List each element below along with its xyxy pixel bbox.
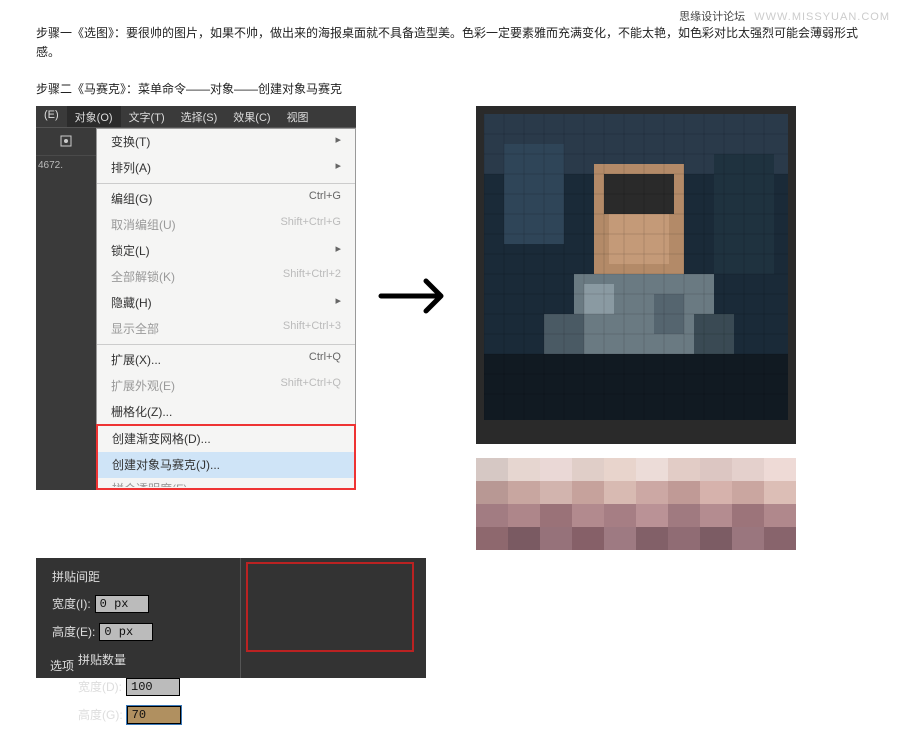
menu-item-flatten-transparency: 拼合透明度(F) — [98, 478, 354, 488]
count-width-input[interactable] — [126, 678, 180, 696]
menubar-item-view[interactable]: 视图 — [279, 106, 317, 127]
options-label: 选项 — [50, 657, 74, 674]
sidebar-number: 4672. — [36, 156, 96, 175]
spacing-width-input[interactable] — [95, 595, 149, 613]
count-height-label: 高度(G): — [78, 706, 123, 723]
menu-item-create-gradient-mesh[interactable]: 创建渐变网格(D)... — [98, 426, 354, 452]
panel-divider — [240, 558, 241, 678]
menubar-item-text[interactable]: 文字(T) — [121, 106, 173, 127]
mosaic-color-strip — [476, 458, 796, 550]
menu-item-expand-appearance: 扩展外观(E)Shift+Ctrl+Q — [97, 373, 355, 399]
menu-item-group[interactable]: 编组(G)Ctrl+G — [97, 186, 355, 212]
menu-separator — [97, 344, 355, 345]
menubar-item-object[interactable]: 对象(O) — [67, 106, 121, 127]
tool-icon[interactable] — [36, 128, 96, 156]
menu-item-showall: 显示全部Shift+Ctrl+3 — [97, 316, 355, 342]
menu-item-unlockall: 全部解锁(K)Shift+Ctrl+2 — [97, 264, 355, 290]
menu-separator — [97, 183, 355, 184]
menubar-item-effect[interactable]: 效果(C) — [225, 106, 278, 127]
menu-item-transform[interactable]: 变换(T)▸ — [97, 129, 355, 155]
step-1-text: 步骤一《选图》：要很帅的图片，如果不帅，做出来的海报桌面就不具备造型美。色彩一定… — [36, 24, 864, 62]
count-height-input[interactable] — [127, 706, 181, 724]
menubar-item-edit[interactable]: (E) — [36, 106, 67, 127]
site-url-text: WWW.MISSYUAN.COM — [754, 11, 890, 23]
tile-count-title: 拼贴数量 — [78, 651, 248, 668]
menubar: (E) 对象(O) 文字(T) 选择(S) 效果(C) 视图 — [36, 106, 356, 128]
spacing-height-label: 高度(E): — [52, 623, 95, 640]
menu-screenshot: (E) 对象(O) 文字(T) 选择(S) 效果(C) 视图 4672. 变换(… — [36, 106, 356, 490]
arrow-icon — [376, 271, 456, 321]
spacing-height-input[interactable] — [99, 623, 153, 641]
highlight-annotation: 创建渐变网格(D)... 创建对象马赛克(J)... 拼合透明度(F) — [96, 424, 356, 490]
menu-item-hide[interactable]: 隐藏(H)▸ — [97, 290, 355, 316]
menu-item-arrange[interactable]: 排列(A)▸ — [97, 155, 355, 181]
tool-sidebar: 4672. — [36, 128, 96, 486]
menu-item-create-object-mosaic[interactable]: 创建对象马赛克(J)... — [98, 452, 354, 478]
mosaic-options-panel: 拼贴间距 宽度(I): 高度(E): 拼贴数量 宽度(D): 高度(G): — [36, 558, 426, 678]
mosaic-result-frame — [476, 106, 796, 444]
object-dropdown-menu: 变换(T)▸ 排列(A)▸ 编组(G)Ctrl+G 取消编组(U)Shift+C… — [96, 128, 356, 490]
mosaic-photo — [484, 114, 788, 420]
step-2-text: 步骤二《马赛克》：菜单命令——对象——创建对象马赛克 — [36, 80, 864, 99]
spacing-width-label: 宽度(I): — [52, 595, 91, 612]
count-width-label: 宽度(D): — [78, 678, 122, 695]
tile-count-highlight — [246, 562, 414, 652]
menubar-item-select[interactable]: 选择(S) — [173, 106, 226, 127]
menu-item-lock[interactable]: 锁定(L)▸ — [97, 238, 355, 264]
tile-spacing-title: 拼贴间距 — [52, 568, 222, 585]
menu-item-expand[interactable]: 扩展(X)...Ctrl+Q — [97, 347, 355, 373]
menu-item-ungroup: 取消编组(U)Shift+Ctrl+G — [97, 212, 355, 238]
site-logo-text: 思缘设计论坛 — [679, 11, 745, 23]
menu-item-rasterize[interactable]: 栅格化(Z)... — [97, 399, 355, 425]
